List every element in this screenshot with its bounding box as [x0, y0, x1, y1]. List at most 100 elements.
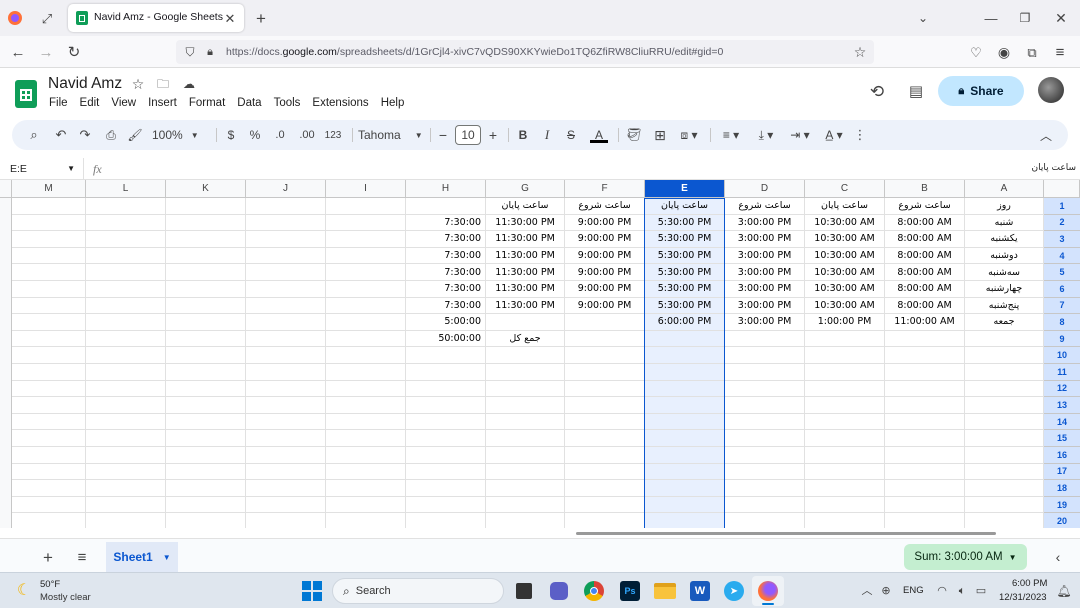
- cell-g1[interactable]: ساعت پایان: [486, 198, 565, 215]
- cell-i7[interactable]: [326, 297, 406, 315]
- cell-e14[interactable]: [645, 413, 725, 431]
- cell-l11[interactable]: [86, 364, 166, 381]
- cell-d8[interactable]: 3:00:00 PM: [725, 314, 805, 331]
- photoshop-icon[interactable]: Ps: [620, 581, 640, 601]
- column-header-g[interactable]: G: [486, 180, 565, 198]
- cell-i6[interactable]: [326, 281, 406, 298]
- sheets-logo-icon[interactable]: [15, 80, 37, 108]
- cell-f4[interactable]: 9:00:00 PM: [565, 247, 645, 265]
- cell-f10[interactable]: [565, 347, 645, 364]
- zoom-select[interactable]: 100% ▼: [152, 120, 208, 150]
- sum-indicator[interactable]: Sum: 3:00:00 AM ▼: [904, 544, 1027, 570]
- cell-f16[interactable]: [565, 447, 645, 464]
- cell-f17[interactable]: [565, 463, 645, 481]
- cell-a11[interactable]: [965, 364, 1044, 381]
- cell-h18[interactable]: [406, 480, 486, 497]
- row-header[interactable]: 15: [1044, 430, 1080, 447]
- cell-h3[interactable]: 7:30:00: [406, 231, 486, 248]
- cell-e6[interactable]: 5:30:00 PM: [645, 281, 725, 298]
- cell-b20[interactable]: [885, 513, 965, 528]
- expand-icon[interactable]: ⤢: [38, 9, 56, 27]
- cell-i1[interactable]: [326, 198, 406, 215]
- cell-l12[interactable]: [86, 380, 166, 398]
- cell-a14[interactable]: [965, 413, 1044, 431]
- cell-k9[interactable]: [166, 330, 246, 348]
- redo-icon[interactable]: ↷: [76, 120, 94, 150]
- cell-c18[interactable]: [805, 480, 885, 497]
- cell-a12[interactable]: [965, 380, 1044, 398]
- file-explorer-icon[interactable]: [654, 583, 676, 599]
- teams-icon[interactable]: [550, 582, 568, 600]
- row-header[interactable]: 1: [1044, 198, 1080, 215]
- cell-a18[interactable]: [965, 480, 1044, 497]
- horizontal-align-icon[interactable]: ≡ ▾: [716, 120, 746, 150]
- cell-e1[interactable]: ساعت پایان: [645, 198, 725, 215]
- cell-h10[interactable]: [406, 347, 486, 364]
- increase-decimal-button[interactable]: .00: [296, 120, 318, 150]
- cell-j13[interactable]: [246, 397, 326, 414]
- cell-a13[interactable]: [965, 397, 1044, 414]
- cell-f11[interactable]: [565, 364, 645, 381]
- close-tab-icon[interactable]: ✕: [222, 10, 238, 26]
- back-icon[interactable]: ←: [8, 42, 28, 62]
- menu-help[interactable]: Help: [381, 97, 405, 113]
- italic-button[interactable]: I: [538, 120, 556, 150]
- font-size-field[interactable]: 10: [455, 125, 481, 145]
- menu-edit[interactable]: Edit: [80, 97, 100, 113]
- cell-g3[interactable]: 11:30:00 PM: [486, 231, 565, 248]
- menu-file[interactable]: File: [49, 97, 68, 113]
- row-header[interactable]: 13: [1044, 397, 1080, 414]
- cell-m14[interactable]: [12, 413, 86, 431]
- cell-l7[interactable]: [86, 297, 166, 315]
- cell-c8[interactable]: 1:00:00 PM: [805, 314, 885, 331]
- cell-j1[interactable]: [246, 198, 326, 215]
- cell-e8[interactable]: 6:00:00 PM: [645, 314, 725, 331]
- taskbar-search[interactable]: ⌕ Search: [332, 578, 504, 604]
- cell-h9[interactable]: 50:00:00: [406, 330, 486, 348]
- cell-g5[interactable]: 11:30:00 PM: [486, 264, 565, 281]
- clock-date[interactable]: 12/31/2023: [999, 592, 1047, 603]
- cell-c2[interactable]: 10:30:00 AM: [805, 214, 885, 232]
- cell-m11[interactable]: [12, 364, 86, 381]
- cell-f13[interactable]: [565, 397, 645, 414]
- row-header[interactable]: 20: [1044, 513, 1080, 528]
- cell-d19[interactable]: [725, 496, 805, 514]
- cell-e18[interactable]: [645, 480, 725, 497]
- cell-b13[interactable]: [885, 397, 965, 414]
- cell-l19[interactable]: [86, 496, 166, 514]
- row-header[interactable]: 16: [1044, 447, 1080, 464]
- search-menus-icon[interactable]: ⌕: [24, 120, 44, 150]
- start-icon[interactable]: [302, 581, 322, 601]
- cell-c10[interactable]: [805, 347, 885, 364]
- cell-f20[interactable]: [565, 513, 645, 528]
- cell-e5[interactable]: 5:30:00 PM: [645, 264, 725, 281]
- row-header[interactable]: 5: [1044, 264, 1080, 281]
- font-select[interactable]: Tahoma ▼: [358, 120, 423, 150]
- telegram-icon[interactable]: ➤: [724, 581, 744, 601]
- cell-f18[interactable]: [565, 480, 645, 497]
- cell-h13[interactable]: [406, 397, 486, 414]
- cell-m10[interactable]: [12, 347, 86, 364]
- cell-j8[interactable]: [246, 314, 326, 331]
- forward-icon[interactable]: →: [36, 42, 56, 62]
- side-panel-toggle-icon[interactable]: ‹: [1048, 547, 1068, 567]
- cell-e13[interactable]: [645, 397, 725, 414]
- cell-g6[interactable]: 11:30:00 PM: [486, 281, 565, 298]
- cell-a17[interactable]: [965, 463, 1044, 481]
- cell-l18[interactable]: [86, 480, 166, 497]
- cell-i20[interactable]: [326, 513, 406, 528]
- row-header[interactable]: 11: [1044, 364, 1080, 381]
- cell-j11[interactable]: [246, 364, 326, 381]
- cell-b10[interactable]: [885, 347, 965, 364]
- cell-k14[interactable]: [166, 413, 246, 431]
- cell-f5[interactable]: 9:00:00 PM: [565, 264, 645, 281]
- cell-f2[interactable]: 9:00:00 PM: [565, 214, 645, 232]
- cell-l10[interactable]: [86, 347, 166, 364]
- cell-l5[interactable]: [86, 264, 166, 281]
- print-icon[interactable]: ⎙: [102, 120, 120, 150]
- collapse-toolbar-icon[interactable]: ︿: [1036, 120, 1056, 150]
- all-sheets-icon[interactable]: ≡: [72, 547, 92, 567]
- cell-e9[interactable]: [645, 330, 725, 348]
- cell-j19[interactable]: [246, 496, 326, 514]
- cell-h17[interactable]: [406, 463, 486, 481]
